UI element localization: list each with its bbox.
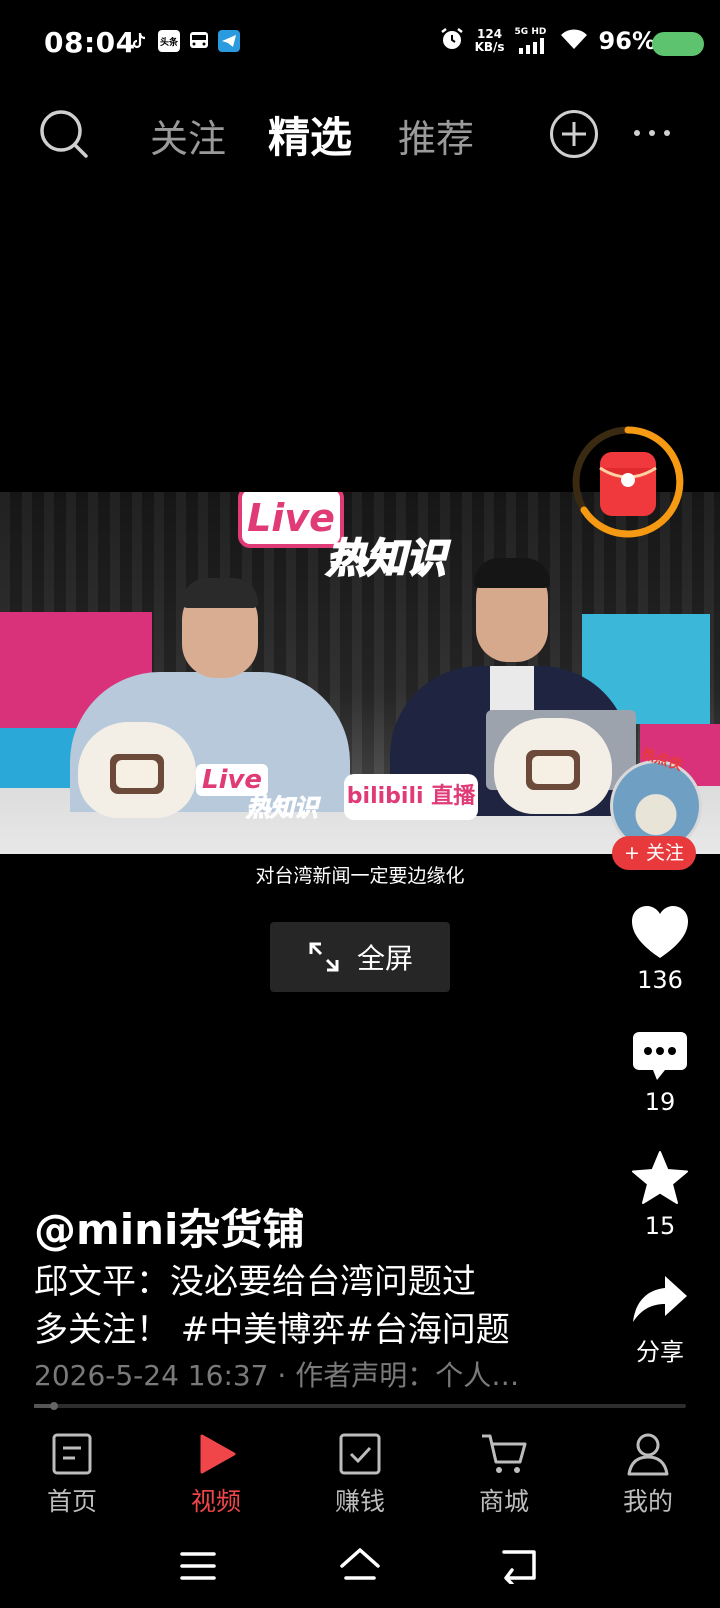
back-button[interactable]	[500, 1548, 540, 1588]
back-icon	[502, 1550, 536, 1586]
bottom-nav: 首页 视频 赚钱 商城 我的	[0, 1424, 720, 1528]
video-subtitle: 对台湾新闻一定要边缘化	[255, 865, 465, 887]
nav-video[interactable]: 视频	[156, 1432, 276, 1518]
cellular-signal: 5G HD	[514, 27, 549, 54]
home-icon	[340, 1548, 380, 1580]
star-icon	[632, 1151, 688, 1204]
share-button[interactable]: 分享	[620, 1274, 700, 1367]
tiktok-icon	[128, 30, 150, 52]
heart-icon	[632, 906, 688, 958]
toutiao-icon: 头条	[158, 30, 180, 52]
nav-mall[interactable]: 商城	[444, 1432, 564, 1518]
add-button[interactable]	[550, 110, 598, 158]
nav-home[interactable]: 首页	[12, 1432, 132, 1518]
person-icon	[627, 1433, 669, 1476]
tab-follow[interactable]: 关注	[150, 108, 226, 163]
post-meta[interactable]: 2026-5-24 16:37 · 作者声明：个人…	[34, 1354, 519, 1394]
network-type: 5G HD	[514, 27, 547, 37]
description-line-1: 邱文平：没必要给台湾问题过	[34, 1262, 476, 1302]
bus-icon	[188, 30, 210, 52]
author-name[interactable]: @mini杂货铺	[34, 1196, 304, 1257]
alarm-icon	[439, 26, 465, 56]
signal-bars-icon	[518, 38, 544, 54]
tab-featured[interactable]: 精选	[268, 104, 352, 165]
red-envelope-icon	[572, 426, 684, 538]
status-right: 124 KB/s 5G HD 96%	[439, 26, 656, 56]
nav-home-label: 首页	[46, 1487, 97, 1516]
bilibili-box-left-lower	[0, 728, 80, 788]
home-button[interactable]	[338, 1546, 382, 1588]
menu-icon	[180, 1552, 216, 1580]
nav-me-label: 我的	[622, 1487, 673, 1516]
share-icon	[633, 1276, 687, 1322]
nav-me[interactable]: 我的	[588, 1432, 708, 1518]
net-speed-unit: KB/s	[474, 40, 505, 54]
comment-icon	[633, 1032, 687, 1080]
status-bar: 08:04 头条 124 KB/s 5G HD 96%	[0, 0, 720, 90]
telegram-icon	[218, 30, 240, 52]
nav-earn[interactable]: 赚钱	[300, 1432, 420, 1518]
more-button[interactable]	[634, 130, 670, 136]
nav-video-label: 视频	[190, 1487, 241, 1516]
play-icon	[200, 1434, 236, 1474]
desk-bilibili-sign: bilibili 直播	[344, 774, 478, 820]
home-doc-icon	[52, 1433, 92, 1475]
plush-toy-right	[494, 718, 612, 814]
battery-percent: 96%	[598, 27, 656, 55]
search-button[interactable]	[38, 108, 90, 160]
like-button[interactable]: 136	[620, 904, 700, 994]
rezhi-sign: 热知识	[325, 535, 447, 583]
nav-earn-label: 赚钱	[334, 1487, 385, 1516]
video-progress-bar[interactable]	[34, 1402, 686, 1410]
expand-icon	[309, 942, 339, 972]
nav-mall-label: 商城	[478, 1487, 529, 1516]
follow-button[interactable]: + 关注	[612, 836, 696, 870]
like-count: 136	[637, 966, 683, 994]
fullscreen-label: 全屏	[356, 942, 413, 975]
battery-icon	[652, 32, 704, 56]
favorite-count: 15	[644, 1212, 676, 1240]
system-nav-bar	[0, 1530, 720, 1608]
menu-button[interactable]	[180, 1550, 216, 1586]
top-nav: 关注 精选 推荐	[0, 96, 720, 172]
comment-count: 19	[644, 1088, 676, 1116]
checkbox-icon	[339, 1433, 381, 1475]
desk-rezhi-sign: 热知识	[246, 794, 319, 823]
description-line-2: 多关注！ #中美博弈#台海问题	[34, 1310, 510, 1350]
comment-button[interactable]: 19	[620, 1030, 700, 1116]
fullscreen-button[interactable]: 全屏	[270, 922, 450, 992]
search-icon	[40, 110, 88, 158]
favorite-button[interactable]: 15	[620, 1150, 700, 1240]
red-packet-button[interactable]	[570, 424, 686, 540]
tab-recommend[interactable]: 推荐	[398, 108, 474, 163]
net-speed: 124 KB/s	[475, 28, 505, 54]
post-description[interactable]: 邱文平：没必要给台湾问题过 多关注！ #中美博弈#台海问题	[34, 1258, 594, 1354]
status-app-icons: 头条	[128, 30, 240, 52]
progress-knob[interactable]	[49, 1402, 58, 1410]
share-label: 分享	[636, 1338, 684, 1366]
wifi-icon	[559, 27, 589, 55]
cart-icon	[482, 1434, 527, 1473]
plush-toy-left	[78, 722, 196, 818]
status-time: 08:04	[44, 26, 136, 59]
